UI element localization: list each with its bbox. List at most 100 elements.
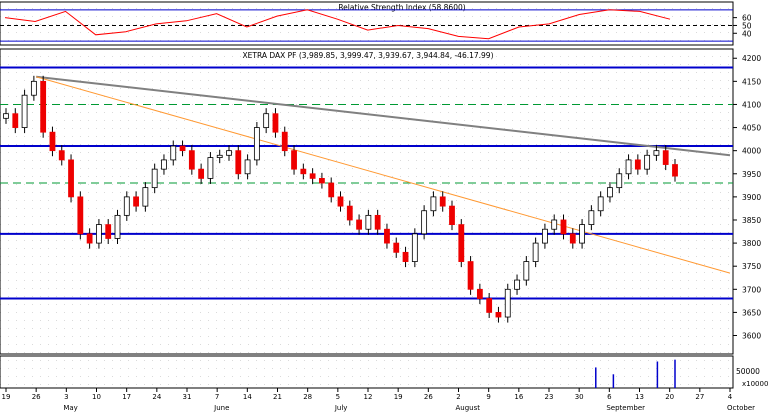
candle-body [309, 173, 316, 179]
candle-body [542, 228, 548, 244]
candle-body [551, 219, 558, 230]
candle-body [77, 196, 84, 235]
candle-body [449, 205, 455, 226]
x-tick-label: 9 [486, 393, 490, 401]
candle-body [263, 113, 270, 128]
price-y-tick-label: 4000 [742, 147, 761, 156]
candle-body [532, 242, 539, 262]
candle-body [634, 159, 641, 170]
price-y-tick-label: 3750 [742, 262, 761, 271]
candle-body [476, 288, 483, 299]
candle-body [579, 224, 585, 244]
x-tick-label: 4 [728, 393, 733, 401]
rsi-y-tick-label: 40 [742, 29, 752, 38]
candle-body [607, 187, 613, 198]
price-y-tick-label: 3600 [742, 332, 761, 341]
candle-body [458, 224, 465, 262]
x-tick-label: 12 [364, 393, 373, 401]
candle-body [644, 154, 651, 170]
x-tick-label: 16 [514, 393, 523, 401]
candle-body [3, 113, 9, 119]
x-tick-label: 20 [665, 393, 674, 401]
x-tick-label: 5 [336, 393, 340, 401]
rsi-title: Relative Strength Index (58.8600) [338, 3, 465, 12]
candle-body [597, 196, 604, 212]
candle-body [384, 228, 390, 244]
x-tick-label: 26 [424, 393, 433, 401]
volume-y-axis: 50000 x10000 [736, 367, 768, 388]
candle-body [514, 279, 520, 290]
candle-body [523, 261, 530, 281]
x-tick-label: 27 [695, 393, 704, 401]
price-y-tick-label: 3800 [742, 239, 761, 248]
x-month-label: June [213, 404, 229, 412]
candle-body [123, 196, 130, 216]
candle-body [486, 298, 493, 313]
candle-body [86, 233, 93, 244]
x-tick-label: 2 [456, 393, 460, 401]
candle-body [402, 251, 409, 262]
candle-body [504, 288, 511, 318]
candle-body [142, 187, 149, 207]
x-month-label: October [727, 404, 755, 412]
x-tick-label: 13 [635, 393, 644, 401]
candle-body [346, 205, 353, 221]
x-axis: 19 26 3 10 17 24 31 7 14 21 28 5 12 19 26 2 9 16 23 30 6 13 20… [2, 388, 755, 412]
x-tick-label: 10 [92, 393, 101, 401]
candle-body [226, 150, 232, 156]
candle-body [133, 196, 139, 207]
price-y-tick-label: 3850 [742, 216, 761, 225]
volume-multiplier-label: x10000 [742, 380, 768, 388]
candle-body [421, 210, 428, 235]
candle-body [672, 164, 678, 177]
candle-body [21, 94, 28, 128]
x-month-label: September [606, 404, 645, 412]
x-month-label: August [456, 404, 481, 412]
x-tick-label: 31 [183, 393, 192, 401]
candle-body [569, 233, 576, 244]
candle-body [495, 312, 502, 318]
price-y-tick-label: 3900 [742, 193, 761, 202]
x-tick-label: 17 [122, 393, 131, 401]
x-tick-label: 21 [273, 393, 282, 401]
candle-body [625, 159, 632, 175]
x-tick-label: 24 [152, 393, 161, 401]
x-tick-label: 7 [215, 393, 219, 401]
candle-body [616, 173, 623, 189]
price-y-tick-label: 3650 [742, 308, 761, 317]
candle-body [328, 182, 335, 198]
price-y-tick-label: 4050 [742, 124, 761, 133]
candle-body [365, 214, 372, 230]
candle-body [30, 80, 37, 96]
candle-body [188, 150, 195, 170]
candle-body [430, 196, 437, 212]
candle-body [337, 196, 344, 207]
dax-chart: Relative Strength Index (58.8600) 605040… [0, 1, 768, 412]
x-tick-label: 28 [303, 393, 312, 401]
candle-body [662, 150, 669, 165]
rsi-y-axis: 605040 [733, 14, 752, 38]
x-tick-label: 14 [243, 393, 252, 401]
price-y-tick-label: 4100 [742, 100, 761, 109]
price-y-tick-label: 4150 [742, 77, 761, 86]
candle-body [114, 214, 121, 239]
x-tick-label: 30 [575, 393, 584, 401]
candle-body [356, 219, 362, 230]
x-tick-label: 3 [64, 393, 68, 401]
price-y-tick-label: 3950 [742, 170, 761, 179]
candle-body [653, 150, 660, 156]
candle-body [439, 196, 446, 207]
x-tick-label: 26 [32, 393, 41, 401]
candle-body [253, 127, 260, 161]
volume-y-tick-label: 50000 [736, 367, 760, 376]
x-month-label: May [63, 404, 77, 412]
candle-body [198, 168, 205, 179]
price-panel [0, 48, 734, 355]
price-y-tick-label: 3700 [742, 285, 761, 294]
candle-body [49, 131, 56, 152]
candle-body [179, 145, 186, 152]
x-month-label: July [334, 404, 348, 412]
candle-body [244, 159, 251, 175]
candle-body [58, 150, 65, 161]
price-title: XETRA DAX PF (3,989.85, 3,999.47, 3,939.… [242, 51, 493, 60]
